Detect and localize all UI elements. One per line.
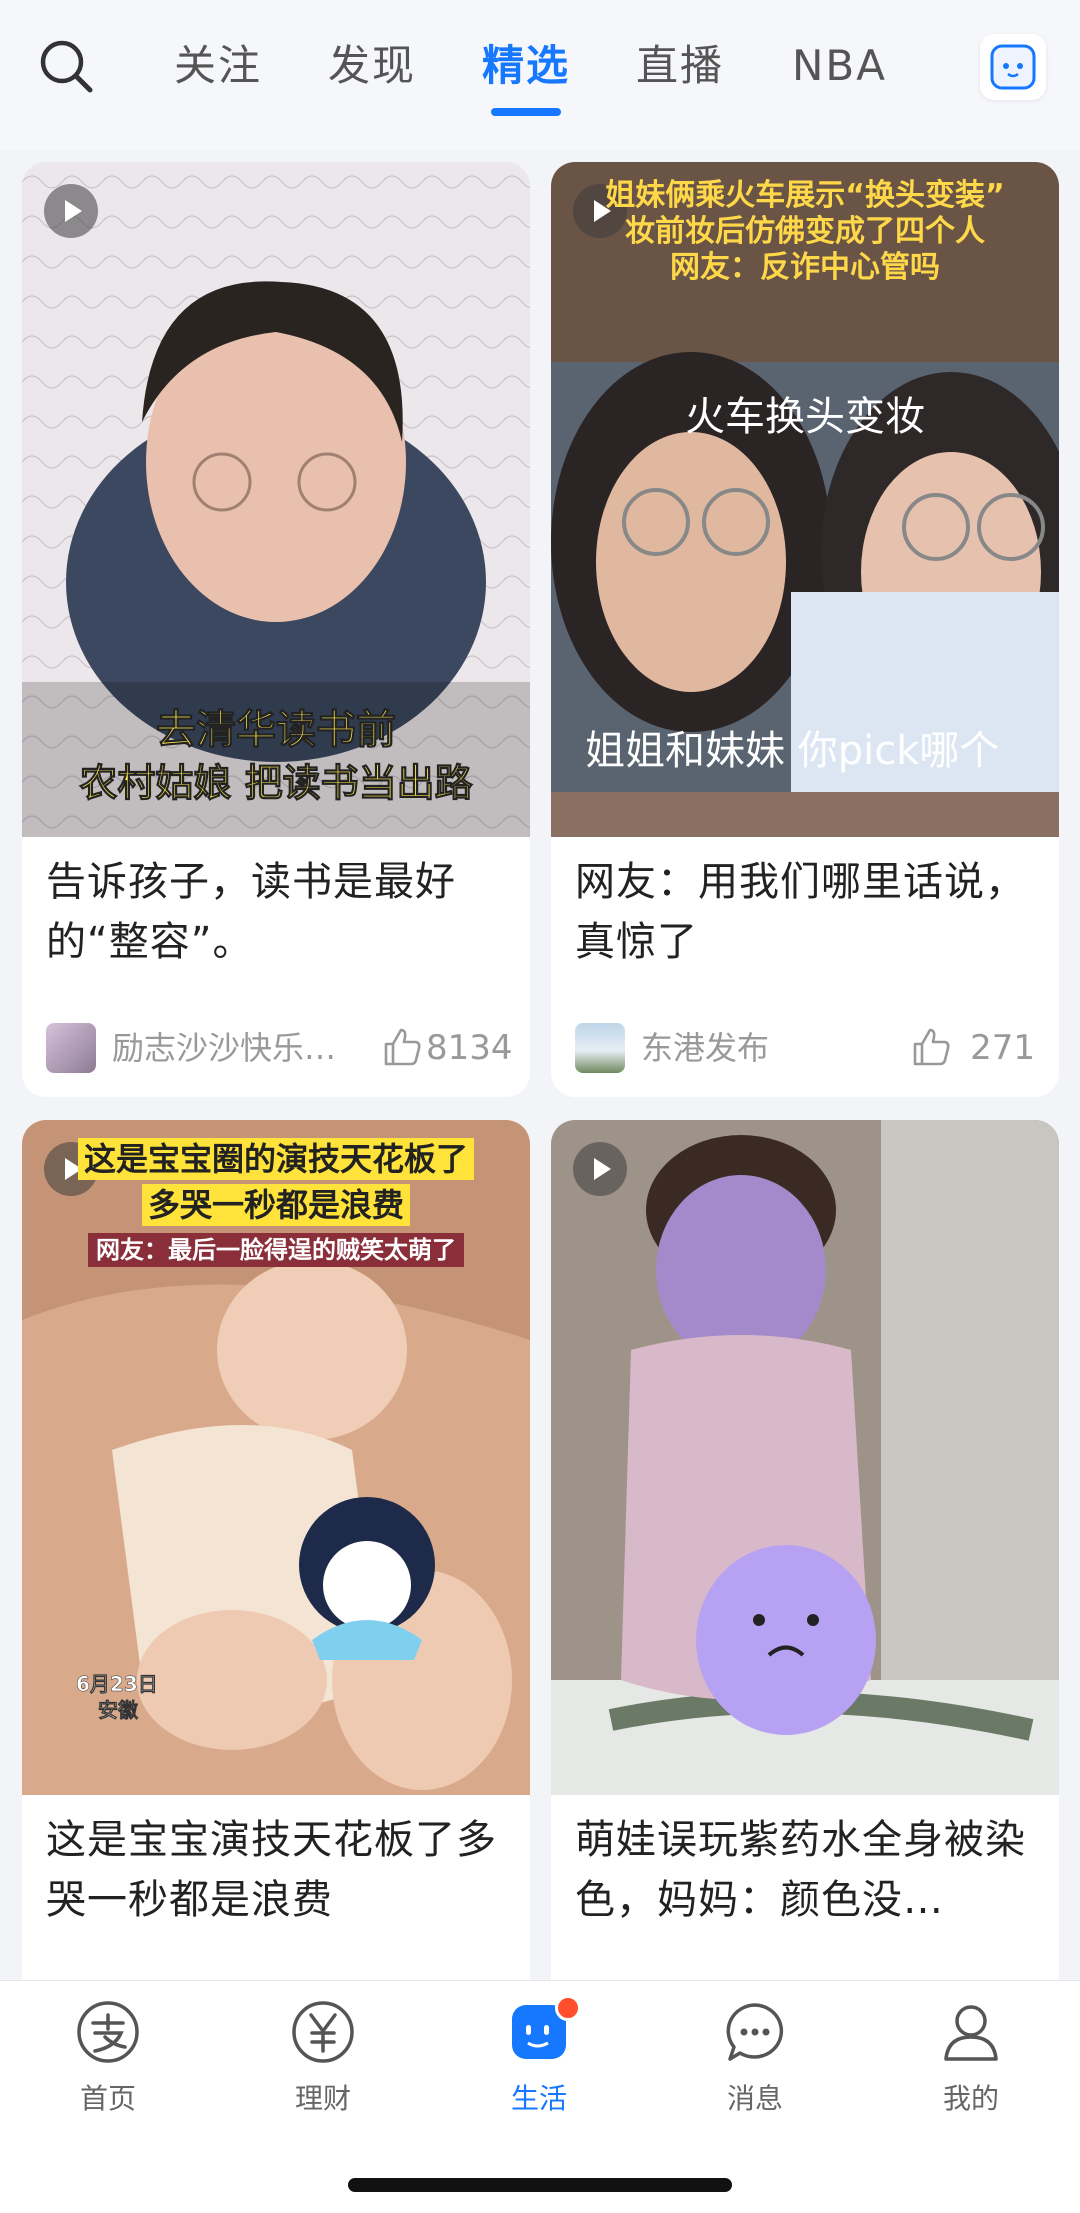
play-icon <box>573 1142 627 1196</box>
tab-featured[interactable]: 精选 <box>482 38 570 94</box>
chat-bubble-icon <box>726 2003 784 2061</box>
tab-follow[interactable]: 关注 <box>174 38 262 94</box>
nav-label: 我的 <box>942 2082 999 2115</box>
purple-toddler-image <box>551 1120 1059 1795</box>
author-name[interactable]: 东港发布 <box>641 1020 881 1076</box>
mascot-icon <box>990 44 1036 90</box>
video-thumbnail[interactable]: 这是宝宝圈的演技天花板了 多哭一秒都是浪费 网友：最后一脸得逞的贼笑太萌了 6月… <box>22 1120 530 1795</box>
video-caption-line: 农村姑娘 把读书当出路 <box>79 761 473 806</box>
tab-discover[interactable]: 发现 <box>328 38 416 94</box>
avatar[interactable] <box>46 1023 96 1073</box>
feed-card[interactable]: 姐妹俩乘火车展示“换头变装” 妆前妆后仿佛变成了四个人 网友：反诈中心管吗 火车… <box>551 162 1059 1097</box>
nav-messages[interactable]: 消息 <box>685 1999 825 2139</box>
like-count: 271 <box>970 1028 1035 1068</box>
like-count: 8134 <box>426 1028 513 1068</box>
nav-me[interactable]: 我的 <box>901 1999 1041 2139</box>
date-stamp: 6月23日 <box>76 1672 158 1697</box>
nav-wealth[interactable]: 理财 <box>253 1999 393 2139</box>
card-title: 网友：用我们哪里话说，真惊了 <box>575 859 1026 965</box>
person-icon <box>944 2005 998 2061</box>
play-icon <box>44 184 98 238</box>
location-stamp: 安徽 <box>98 1698 139 1723</box>
video-thumbnail[interactable]: 去清华读书前 农村姑娘 把读书当出路 <box>22 162 530 837</box>
nav-label: 生活 <box>510 2082 567 2115</box>
video-caption-line: 火车换头变妆 <box>685 394 925 440</box>
home-indicator[interactable] <box>348 2178 732 2192</box>
nav-label: 首页 <box>79 2082 136 2115</box>
tab-nba[interactable]: NBA <box>792 38 887 94</box>
video-caption-line: 这是宝宝圈的演技天花板了 <box>22 1134 530 1180</box>
thumbs-up-icon[interactable] <box>909 1026 951 1068</box>
nav-life[interactable]: 生活 <box>469 1995 609 2139</box>
search-icon[interactable] <box>38 38 94 94</box>
author-row: 励志沙沙快乐… 8134 <box>46 1020 513 1076</box>
alipay-home-icon <box>77 2001 139 2063</box>
active-tab-indicator <box>491 108 561 116</box>
feed-card[interactable]: 这是宝宝圈的演技天花板了 多哭一秒都是浪费 网友：最后一脸得逞的贼笑太萌了 6月… <box>22 1120 530 1980</box>
tab-live[interactable]: 直播 <box>636 38 724 94</box>
feed-card[interactable]: 萌娃误玩紫药水全身被染色，妈妈：颜色没… <box>551 1120 1059 1980</box>
author-row: 东港发布 271 <box>575 1020 1035 1076</box>
video-thumbnail[interactable] <box>551 1120 1059 1795</box>
card-title: 这是宝宝演技天花板了多哭一秒都是浪费 <box>46 1817 497 1923</box>
video-thumbnail[interactable]: 姐妹俩乘火车展示“换头变装” 妆前妆后仿佛变成了四个人 网友：反诈中心管吗 火车… <box>551 162 1059 837</box>
thumbs-up-icon[interactable] <box>380 1026 422 1068</box>
card-title: 告诉孩子，读书是最好的“整容”。 <box>46 859 456 965</box>
content-feed[interactable]: 去清华读书前 农村姑娘 把读书当出路 告诉孩子，读书是最好的“整容”。 励志沙沙… <box>0 150 1080 1980</box>
video-caption-line: 姐姐和妹妹 你pick哪个 <box>585 728 1000 774</box>
nav-home[interactable]: 首页 <box>38 1999 178 2139</box>
feed-card[interactable]: 去清华读书前 农村姑娘 把读书当出路 告诉孩子，读书是最好的“整容”。 励志沙沙… <box>22 162 530 1097</box>
life-mascot-button[interactable] <box>980 34 1046 100</box>
nav-label: 消息 <box>726 2082 783 2115</box>
video-caption-line: 多哭一秒都是浪费 <box>22 1180 530 1226</box>
author-name[interactable]: 励志沙沙快乐… <box>112 1020 352 1076</box>
nav-label: 理财 <box>294 2082 351 2115</box>
video-caption-line: 网友：反诈中心管吗 <box>670 250 940 285</box>
video-caption-line: 去清华读书前 <box>156 707 397 754</box>
notification-badge <box>555 1995 581 2021</box>
yuan-coin-icon <box>292 2001 354 2063</box>
top-tab-bar: 关注 发现 精选 直播 NBA <box>0 0 1080 150</box>
video-caption-line: 网友：最后一脸得逞的贼笑太萌了 <box>22 1230 530 1267</box>
card-title: 萌娃误玩紫药水全身被染色，妈妈：颜色没… <box>575 1817 1026 1923</box>
avatar[interactable] <box>575 1023 625 1073</box>
